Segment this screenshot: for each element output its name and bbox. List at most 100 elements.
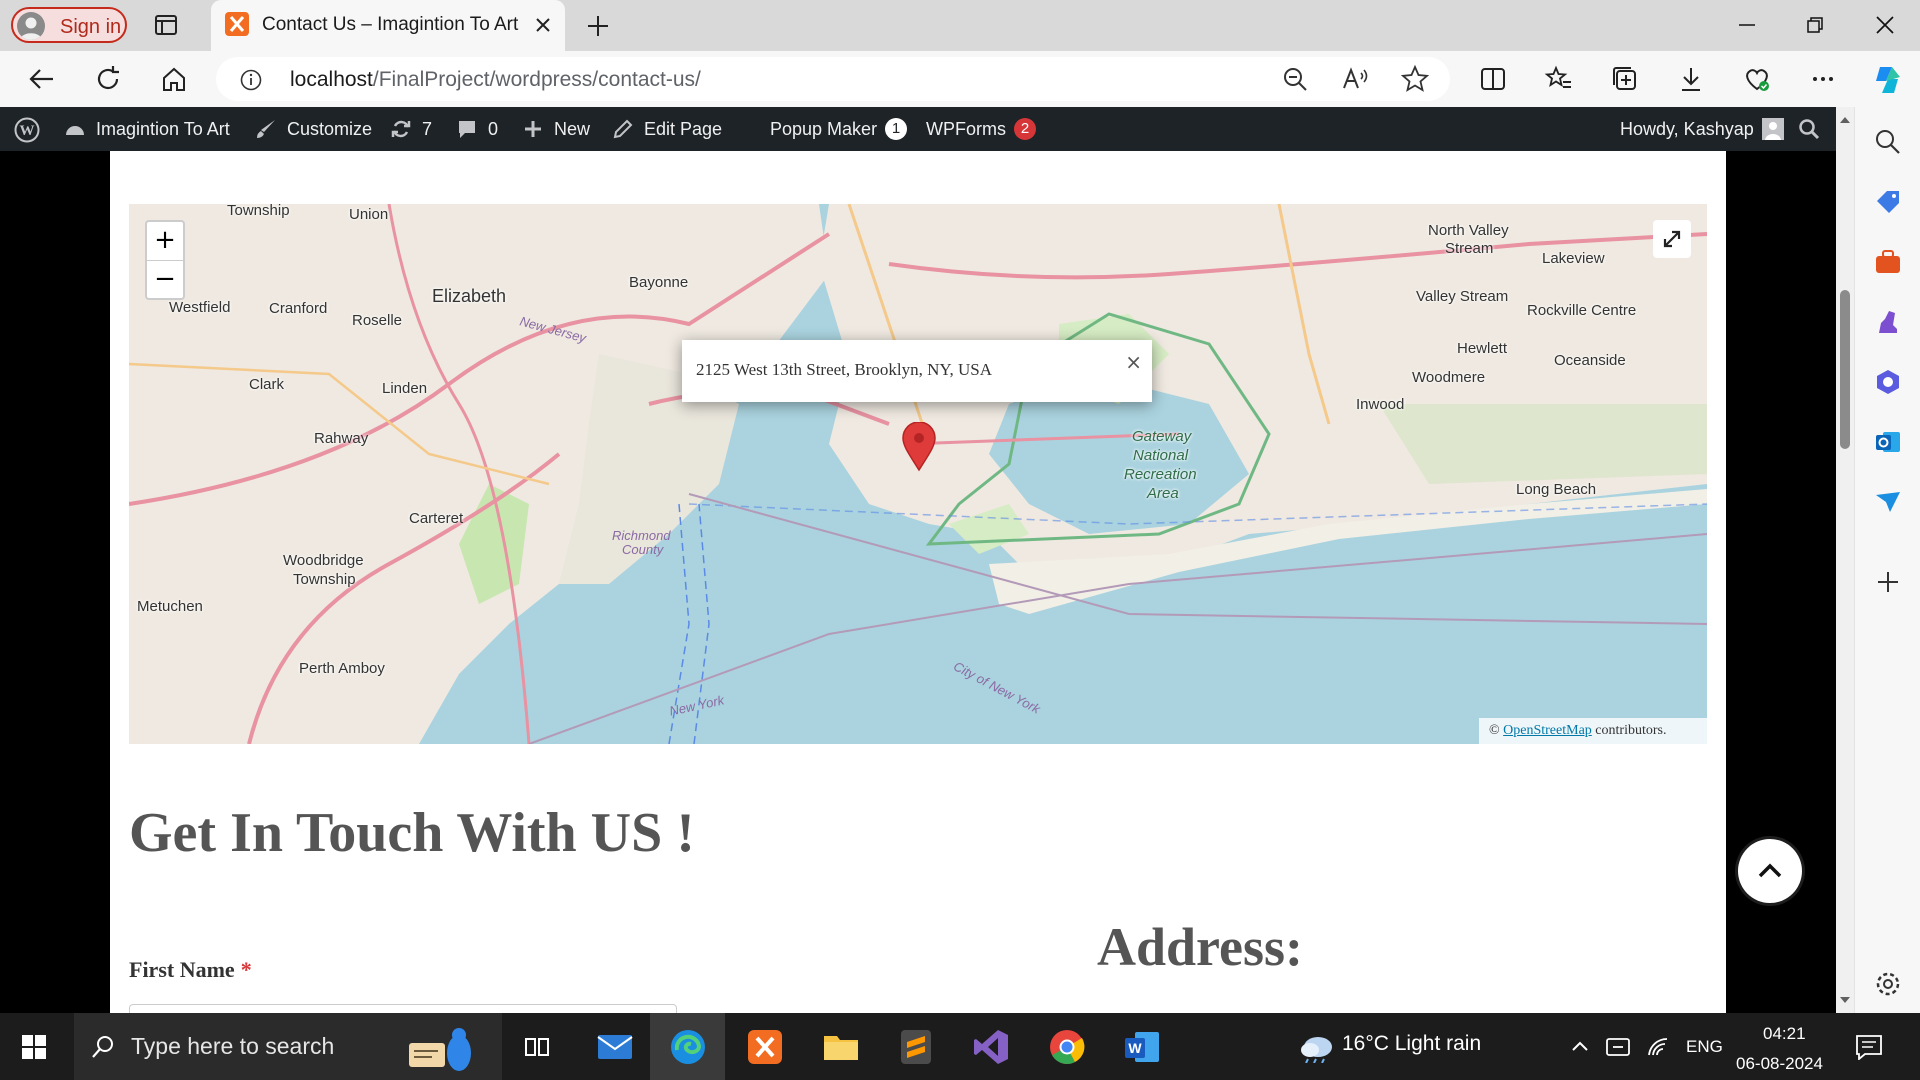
- map-label-valley-stream: Valley Stream: [1416, 288, 1509, 305]
- admin-customize[interactable]: Customize: [255, 118, 372, 140]
- map-label-union: Union: [349, 206, 389, 223]
- first-name-input[interactable]: [129, 1004, 677, 1013]
- updates-count: 7: [422, 118, 433, 139]
- read-aloud-icon[interactable]: [1340, 64, 1370, 94]
- brush-icon: [257, 120, 275, 138]
- first-name-label-text: First Name: [129, 957, 235, 982]
- sidebar-settings-icon[interactable]: [1873, 969, 1903, 999]
- reload-icon[interactable]: [93, 64, 123, 94]
- back-to-top-button[interactable]: [1738, 839, 1802, 903]
- admin-wpforms[interactable]: WPForms 2: [926, 118, 1036, 140]
- clock-time[interactable]: 04:21: [1763, 1024, 1806, 1044]
- svg-text:W: W: [1128, 1040, 1142, 1056]
- admin-new[interactable]: New: [522, 118, 590, 140]
- admin-account[interactable]: Howdy, Kashyap: [1620, 118, 1784, 140]
- sidebar-add-icon[interactable]: [1873, 567, 1903, 597]
- taskbar-edge-icon[interactable]: [669, 1028, 707, 1066]
- home-icon[interactable]: [159, 64, 189, 94]
- windows-start-icon[interactable]: [20, 1033, 48, 1061]
- close-window-icon[interactable]: [1874, 14, 1896, 36]
- notifications-icon[interactable]: [1855, 1034, 1883, 1060]
- map-popup-address: 2125 West 13th Street, Brooklyn, NY, USA: [696, 360, 992, 379]
- taskbar-search-box[interactable]: Type here to search: [74, 1013, 502, 1080]
- comment-bubble-icon: [459, 121, 475, 138]
- tab-actions-icon[interactable]: [152, 11, 180, 39]
- site-info-icon[interactable]: [240, 69, 262, 91]
- map-label-county: County: [622, 542, 664, 557]
- taskbar-sublime-icon[interactable]: [897, 1028, 935, 1066]
- favorites-icon[interactable]: [1544, 64, 1574, 94]
- admin-site-name[interactable]: Imagintion To Art: [64, 118, 230, 140]
- downloads-icon[interactable]: [1676, 64, 1706, 94]
- sidebar-games-icon[interactable]: [1873, 307, 1903, 337]
- language-indicator[interactable]: ENG: [1686, 1037, 1723, 1057]
- map-label-rahway: Rahway: [314, 430, 369, 447]
- wordpress-logo-icon[interactable]: W: [14, 117, 40, 143]
- wifi-icon[interactable]: [1645, 1035, 1671, 1059]
- sign-in-label: Sign in: [60, 16, 122, 38]
- show-hidden-icons-chevron-icon[interactable]: [1570, 1037, 1590, 1057]
- map-zoom-out-button[interactable]: −: [147, 261, 183, 299]
- location-map[interactable]: Elizabeth Bayonne Westfield Cranford Ros…: [129, 204, 1707, 744]
- map-label-long-beach: Long Beach: [1516, 481, 1597, 498]
- map-pin-icon[interactable]: [901, 422, 937, 472]
- zoom-out-icon[interactable]: [1280, 64, 1310, 94]
- xampp-favicon-icon: [225, 12, 249, 36]
- sidebar-drop-icon[interactable]: [1873, 487, 1903, 517]
- address-bar[interactable]: localhost/FinalProject/wordpress/contact…: [216, 57, 1450, 101]
- back-icon[interactable]: [27, 64, 57, 94]
- active-tab[interactable]: Contact Us – Imagintion To Art: [211, 0, 565, 51]
- copilot-icon[interactable]: [1870, 63, 1904, 97]
- sidebar-outlook-icon[interactable]: [1873, 427, 1903, 457]
- wpforms-label: WPForms: [926, 118, 1006, 139]
- scrollbar-thumb[interactable]: [1840, 290, 1850, 449]
- admin-popup-maker[interactable]: Popup Maker 1: [770, 118, 908, 140]
- map-popup-close-button[interactable]: ×: [1125, 350, 1142, 374]
- map-fullscreen-button[interactable]: [1653, 220, 1691, 258]
- more-options-icon[interactable]: [1808, 64, 1838, 94]
- split-screen-icon[interactable]: [1478, 64, 1508, 94]
- tab-close-icon[interactable]: [533, 15, 553, 35]
- map-label-perth-amboy: Perth Amboy: [299, 660, 385, 677]
- sidebar-shopping-icon[interactable]: [1873, 187, 1903, 217]
- taskbar-visual-studio-icon[interactable]: [972, 1028, 1010, 1066]
- sidebar-office-icon[interactable]: [1873, 367, 1903, 397]
- dashboard-gauge-icon: [66, 126, 84, 135]
- weather-text[interactable]: 16°C Light rain: [1342, 1032, 1481, 1056]
- meet-now-icon[interactable]: [1605, 1035, 1631, 1059]
- taskbar-file-explorer-icon[interactable]: [822, 1028, 860, 1066]
- taskbar-xampp-icon[interactable]: [746, 1028, 784, 1066]
- scroll-down-arrow-icon[interactable]: [1836, 991, 1854, 1009]
- sign-in-button[interactable]: Sign in: [11, 7, 127, 43]
- map-label-gateway-3: Recreation: [1124, 466, 1197, 483]
- admin-search-icon[interactable]: [1798, 118, 1820, 140]
- page-content: Elizabeth Bayonne Westfield Cranford Ros…: [110, 151, 1726, 1013]
- taskbar-word-icon[interactable]: W: [1123, 1028, 1161, 1066]
- scroll-up-arrow-icon[interactable]: [1836, 111, 1854, 129]
- map-label-inwood: Inwood: [1356, 396, 1405, 413]
- map-label-hewlett: Hewlett: [1457, 340, 1508, 357]
- restore-icon[interactable]: [1804, 14, 1826, 36]
- admin-updates[interactable]: 7: [390, 118, 432, 140]
- task-view-icon[interactable]: [524, 1034, 552, 1060]
- clock-date[interactable]: 06-08-2024: [1736, 1054, 1823, 1074]
- minimize-icon[interactable]: [1736, 14, 1758, 36]
- sidebar-tools-icon[interactable]: [1873, 247, 1903, 277]
- admin-edit-page[interactable]: Edit Page: [612, 118, 722, 140]
- map-zoom-in-button[interactable]: +: [147, 222, 183, 261]
- browser-essentials-icon[interactable]: [1742, 64, 1772, 94]
- admin-comments[interactable]: 0: [456, 118, 498, 140]
- collections-icon[interactable]: [1610, 64, 1640, 94]
- osm-link[interactable]: OpenStreetMap: [1503, 723, 1592, 738]
- edit-page-label: Edit Page: [644, 118, 723, 139]
- sidebar-search-icon[interactable]: [1873, 127, 1903, 157]
- new-tab-button[interactable]: [585, 13, 611, 39]
- page-scrollbar[interactable]: [1836, 107, 1854, 1013]
- weather-cloud-icon[interactable]: [1298, 1031, 1336, 1063]
- plus-icon: [525, 121, 541, 137]
- taskbar-search-placeholder: Type here to search: [131, 1033, 335, 1059]
- taskbar-chrome-icon[interactable]: [1048, 1028, 1086, 1066]
- url-text: localhost/FinalProject/wordpress/contact…: [290, 68, 701, 92]
- favorite-star-icon[interactable]: [1400, 64, 1430, 94]
- taskbar-mail-icon[interactable]: [596, 1028, 634, 1066]
